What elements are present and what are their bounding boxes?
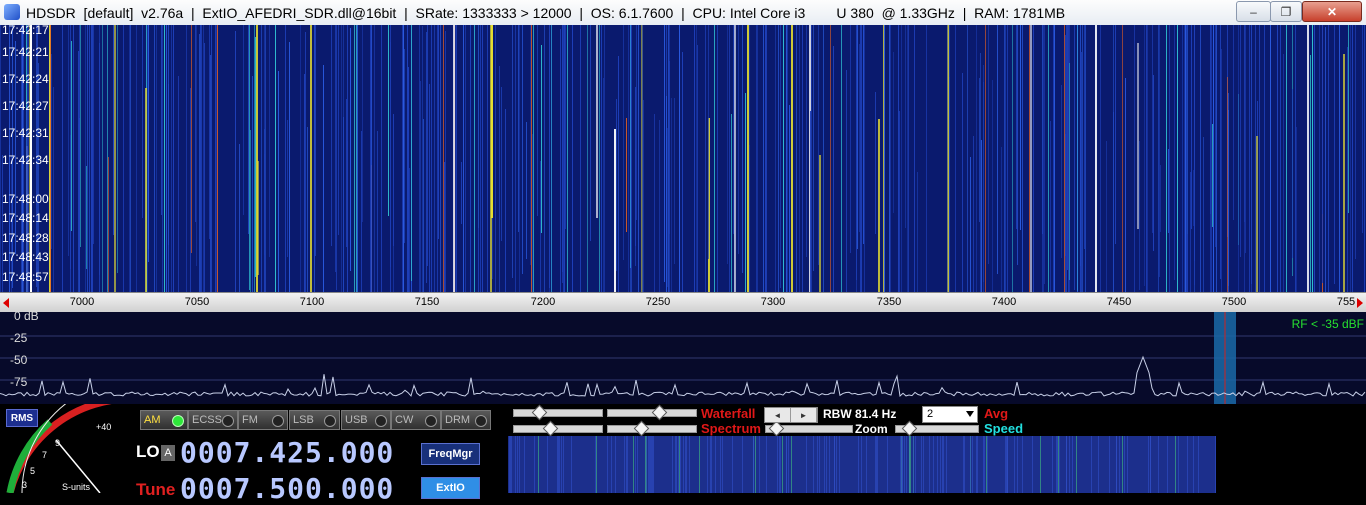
- waterfall-spinner[interactable]: ◄ ►: [764, 407, 818, 423]
- waterfall-time-label: 17:42:31: [2, 126, 49, 140]
- tune-label: Tune: [136, 480, 176, 499]
- freq-tick: 755: [1336, 296, 1356, 308]
- s-meter-scale: +40: [96, 422, 112, 432]
- freq-tick: 7150: [414, 296, 440, 308]
- avg-label: Avg: [984, 406, 1009, 421]
- mode-label: ECSS: [192, 414, 222, 426]
- freqmgr-button[interactable]: FreqMgr: [421, 443, 480, 465]
- lo-frequency-display[interactable]: 0007.425.000: [180, 436, 394, 469]
- led-icon: [172, 415, 184, 427]
- s-meter-scale: 9: [55, 438, 61, 448]
- freq-tick: 7100: [299, 296, 325, 308]
- speed-slider[interactable]: [895, 420, 979, 437]
- mode-label: CW: [395, 414, 414, 426]
- avg-select-value: 2: [927, 408, 934, 420]
- mode-label: USB: [345, 414, 368, 426]
- zoom-slider[interactable]: [765, 420, 853, 437]
- spectrum-brightness-slider[interactable]: [607, 420, 697, 437]
- avg-select[interactable]: 2: [922, 406, 978, 423]
- window-title: HDSDR [default] v2.76a | ExtIO_AFEDRI_SD…: [26, 5, 1066, 21]
- db-label: -25: [10, 331, 28, 345]
- mode-label: LSB: [293, 414, 314, 426]
- chevron-down-icon: [966, 411, 974, 417]
- led-icon: [475, 415, 487, 427]
- freq-tick: 7000: [69, 296, 95, 308]
- s-meter-scale: 7: [42, 450, 48, 460]
- freq-tick: 7050: [184, 296, 210, 308]
- waterfall-time-label: 17:48:14: [2, 211, 49, 225]
- extio-button[interactable]: ExtIO: [421, 477, 480, 499]
- rf-level-label: RF < -35 dBF: [1291, 317, 1364, 331]
- waterfall-time-label: 17:42:34: [2, 153, 49, 167]
- freq-tick: 7450: [1106, 296, 1132, 308]
- waterfall-time-label: 17:48:43: [2, 250, 49, 264]
- waterfall-time-label: 17:42:27: [2, 99, 49, 113]
- db-label: -50: [10, 353, 28, 367]
- speed-label: Speed: [984, 421, 1024, 436]
- mode-usb-button[interactable]: USB: [341, 410, 391, 430]
- s-meter-scale: 3: [22, 480, 28, 490]
- spin-right-icon[interactable]: ►: [791, 408, 817, 422]
- freq-tick: 7350: [876, 296, 902, 308]
- led-icon: [222, 415, 234, 427]
- led-icon: [425, 415, 437, 427]
- scroll-left-icon[interactable]: [3, 298, 9, 308]
- waterfall-time-label: 17:48:00: [2, 192, 49, 206]
- audio-waterfall[interactable]: [508, 436, 1366, 493]
- freq-tick: 7400: [991, 296, 1017, 308]
- spectrum-contrast-slider[interactable]: [513, 420, 603, 437]
- title-bar: HDSDR [default] v2.76a | ExtIO_AFEDRI_SD…: [0, 0, 1366, 26]
- maximize-button[interactable]: ❐: [1270, 1, 1302, 22]
- waterfall-time-label: 17:42:17: [2, 23, 49, 37]
- waterfall-contrast-slider[interactable]: [513, 404, 603, 421]
- led-icon: [375, 415, 387, 427]
- mode-am-button[interactable]: AM: [140, 410, 188, 430]
- mode-ecss-button[interactable]: ECSS: [188, 410, 238, 430]
- spectrum-label: Spectrum: [701, 421, 761, 436]
- spectrum-canvas: [0, 312, 1366, 404]
- waterfall-time-label: 17:48:57: [2, 270, 49, 284]
- waterfall-brightness-slider[interactable]: [607, 404, 697, 421]
- led-icon: [272, 415, 284, 427]
- mode-lsb-button[interactable]: LSB: [289, 410, 340, 430]
- mode-fm-button[interactable]: FM: [238, 410, 288, 430]
- mode-label: AM: [144, 414, 161, 426]
- minimize-button[interactable]: –: [1236, 1, 1271, 22]
- spectrum-display[interactable]: 0 dB -25 -50 -75 RF < -35 dBF: [0, 309, 1366, 404]
- freq-tick: 7300: [760, 296, 786, 308]
- db-label: -75: [10, 375, 28, 389]
- audio-waterfall-canvas: [508, 436, 1216, 493]
- spin-left-icon[interactable]: ◄: [765, 408, 791, 422]
- s-meter-units-label: S-units: [62, 482, 91, 492]
- lo-lock-button[interactable]: A: [161, 445, 175, 461]
- db-label: 0 dB: [14, 309, 39, 323]
- s-meter-scale: 5: [30, 466, 36, 476]
- waterfall-time-label: 17:48:28: [2, 231, 49, 245]
- waterfall-canvas: [0, 25, 1366, 292]
- mode-cw-button[interactable]: CW: [391, 410, 441, 430]
- rbw-label: RBW 81.4 Hz: [823, 407, 897, 421]
- rms-button[interactable]: RMS: [6, 409, 38, 427]
- led-icon: [324, 415, 336, 427]
- frequency-axis[interactable]: 7000 7050 7100 7150 7200 7250 7300 7350 …: [0, 292, 1366, 314]
- freq-tick: 7250: [645, 296, 671, 308]
- lo-label: LO: [136, 442, 160, 461]
- app-icon[interactable]: [4, 4, 20, 20]
- close-button[interactable]: ✕: [1302, 1, 1362, 22]
- scroll-right-icon[interactable]: [1357, 298, 1363, 308]
- waterfall-time-label: 17:42:21: [2, 45, 49, 59]
- waterfall-label: Waterfall: [701, 406, 756, 421]
- tune-frequency-display[interactable]: 0007.500.000: [180, 472, 394, 505]
- freq-tick: 7500: [1221, 296, 1247, 308]
- zoom-label: Zoom: [855, 422, 888, 436]
- freq-tick: 7200: [530, 296, 556, 308]
- waterfall-display[interactable]: 17:42:17 17:42:21 17:42:24 17:42:27 17:4…: [0, 23, 1366, 292]
- waterfall-time-label: 17:42:24: [2, 72, 49, 86]
- mode-label: FM: [242, 414, 258, 426]
- mode-drm-button[interactable]: DRM: [441, 410, 491, 430]
- mode-label: DRM: [445, 414, 471, 426]
